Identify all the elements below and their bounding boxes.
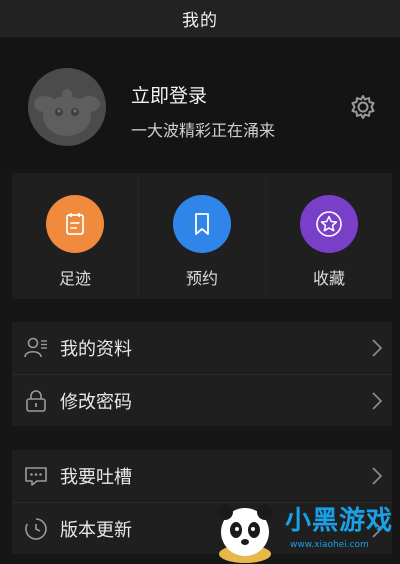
profile-subtitle: 一大波精彩正在涌来 (131, 121, 276, 140)
default-avatar-icon (34, 89, 100, 136)
menu-group-account: 我的资料 修改密码 (12, 322, 392, 426)
clock-icon (25, 517, 47, 540)
quick-footprint-label: 足迹 (58, 269, 91, 288)
login-link[interactable]: 立即登录 (131, 81, 207, 108)
chevron-right-icon (372, 391, 383, 410)
quick-reservation-button[interactable]: 预约 (138, 173, 265, 299)
chat-icon (25, 467, 47, 486)
quick-actions: 足迹 预约 收藏 (12, 173, 392, 299)
quick-reservation-label: 预约 (185, 269, 218, 288)
top-bar: 我的 (0, 0, 400, 38)
menu-item-change-password[interactable]: 修改密码 (12, 374, 392, 426)
menu-item-label: 我要吐槽 (60, 467, 132, 488)
page-title: 我的 (182, 11, 218, 31)
footprint-circle (46, 195, 104, 253)
notepad-icon (66, 213, 84, 235)
watermark-text: 小黑游戏 (285, 506, 394, 536)
menu-item-label: 修改密码 (60, 391, 132, 413)
quick-favorites-label: 收藏 (312, 269, 345, 288)
panda-logo-icon (217, 504, 273, 563)
chevron-right-icon (372, 467, 383, 485)
menu-item-label: 我的资料 (60, 339, 132, 360)
quick-favorites-button[interactable]: 收藏 (265, 173, 392, 299)
avatar[interactable] (28, 68, 106, 146)
reservation-circle (173, 195, 231, 253)
lock-icon (26, 389, 46, 412)
bookmark-icon (195, 213, 209, 235)
chevron-right-icon (372, 339, 383, 357)
profile-section: 立即登录 一大波精彩正在涌来 (0, 38, 400, 166)
user-profile-icon (24, 337, 47, 358)
star-icon (316, 211, 342, 237)
gear-icon[interactable] (349, 93, 377, 121)
watermark: 小黑游戏 www.xiaohei.com (205, 492, 400, 564)
watermark-url: www.xiaohei.com (290, 540, 369, 550)
quick-footprint-button[interactable]: 足迹 (12, 173, 138, 299)
favorites-circle (300, 195, 358, 253)
menu-item-my-profile[interactable]: 我的资料 (12, 322, 392, 374)
